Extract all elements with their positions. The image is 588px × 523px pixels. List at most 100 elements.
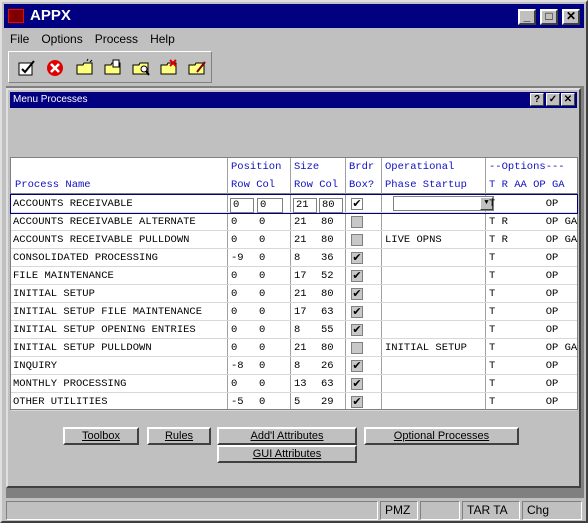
- ok-check-icon[interactable]: [17, 58, 37, 78]
- process-name-cell[interactable]: CONSOLIDATED PROCESSING: [13, 252, 158, 264]
- options-cell[interactable]: T R OP GA: [489, 216, 577, 228]
- table-row[interactable]: INITIAL SETUP OPENING ENTRIES 0 0 8 55 ✔ T OP: [11, 321, 577, 339]
- options-cell[interactable]: T OP: [489, 252, 558, 264]
- position-row-cell[interactable]: 0: [231, 270, 237, 282]
- position-row-cell[interactable]: 0: [231, 342, 237, 354]
- position-row-cell[interactable]: 0: [231, 288, 237, 300]
- child-close-button[interactable]: ✕: [561, 93, 575, 106]
- border-box-checkbox[interactable]: ✔: [351, 288, 363, 300]
- folder-find-icon[interactable]: [131, 58, 151, 78]
- position-col-cell[interactable]: 0: [259, 216, 265, 228]
- position-row-cell[interactable]: 0: [231, 324, 237, 336]
- addl-attributes-button[interactable]: Add'l Attributes: [217, 427, 357, 445]
- close-button[interactable]: ✕: [562, 9, 580, 25]
- maximize-button[interactable]: □: [540, 9, 558, 25]
- rules-button[interactable]: Rules: [147, 427, 211, 445]
- border-box-checkbox[interactable]: ✔: [351, 396, 363, 408]
- position-col-field[interactable]: 0: [257, 198, 283, 213]
- phase-startup-cell[interactable]: INITIAL SETUP: [385, 342, 467, 354]
- folder-new-icon[interactable]: [75, 58, 95, 78]
- options-cell[interactable]: T OP: [489, 270, 558, 282]
- size-row-cell[interactable]: 5: [294, 396, 300, 408]
- position-col-cell[interactable]: 0: [259, 234, 265, 246]
- process-name-cell[interactable]: ACCOUNTS RECEIVABLE: [13, 198, 133, 210]
- size-col-cell[interactable]: 63: [321, 306, 334, 318]
- toolbox-button[interactable]: Toolbox: [63, 427, 139, 445]
- options-cell[interactable]: T OP: [489, 288, 558, 300]
- border-box-checkbox[interactable]: ✔: [351, 324, 363, 336]
- position-row-cell[interactable]: 0: [231, 306, 237, 318]
- position-col-cell[interactable]: 0: [259, 378, 265, 390]
- size-row-cell[interactable]: 21: [294, 342, 307, 354]
- folder-delete-icon[interactable]: [159, 58, 179, 78]
- phase-startup-select[interactable]: ▼: [393, 196, 494, 211]
- optional-processes-button[interactable]: Optional Processes: [364, 427, 519, 445]
- options-cell[interactable]: T OP: [489, 378, 558, 390]
- size-col-cell[interactable]: 52: [321, 270, 334, 282]
- table-row[interactable]: INITIAL SETUP PULLDOWN 0 0 21 80 INITIAL SETU…: [11, 339, 577, 357]
- border-box-checkbox[interactable]: [351, 234, 363, 246]
- menu-process[interactable]: Process: [89, 29, 144, 46]
- position-col-cell[interactable]: 0: [259, 324, 265, 336]
- table-row[interactable]: CONSOLIDATED PROCESSING -9 0 8 36 ✔ T OP: [11, 249, 577, 267]
- table-row[interactable]: FILE MAINTENANCE 0 0 17 52 ✔ T OP: [11, 267, 577, 285]
- size-col-cell[interactable]: 80: [321, 234, 334, 246]
- size-row-cell[interactable]: 17: [294, 306, 307, 318]
- process-name-cell[interactable]: OTHER UTILITIES: [13, 396, 108, 408]
- size-col-cell[interactable]: 36: [321, 252, 334, 264]
- table-row[interactable]: MONTHLY PROCESSING 0 0 13 63 ✔ T OP: [11, 375, 577, 393]
- options-cell[interactable]: T OP: [489, 396, 558, 408]
- size-row-cell[interactable]: 21: [294, 216, 307, 228]
- table-row[interactable]: INITIAL SETUP FILE MAINTENANCE 0 0 17 63 ✔ T O…: [11, 303, 577, 321]
- border-box-checkbox[interactable]: ✔: [351, 306, 363, 318]
- position-col-cell[interactable]: 0: [259, 342, 265, 354]
- size-col-cell[interactable]: 63: [321, 378, 334, 390]
- size-row-cell[interactable]: 21: [294, 288, 307, 300]
- process-name-cell[interactable]: INITIAL SETUP: [13, 288, 95, 300]
- folder-open-icon[interactable]: [103, 58, 123, 78]
- border-box-checkbox[interactable]: ✔: [351, 198, 363, 210]
- position-col-cell[interactable]: 0: [259, 288, 265, 300]
- options-cell[interactable]: T R OP GA: [489, 234, 577, 246]
- table-row[interactable]: ACCOUNTS RECEIVABLE PULLDOWN 0 0 21 80 LIVE O…: [11, 231, 577, 249]
- phase-startup-cell[interactable]: LIVE OPNS: [385, 234, 442, 246]
- minimize-button[interactable]: _: [518, 9, 536, 25]
- size-col-cell[interactable]: 80: [321, 216, 334, 228]
- help-button[interactable]: ?: [530, 93, 544, 106]
- position-row-cell[interactable]: -5: [231, 396, 244, 408]
- position-col-cell[interactable]: 0: [259, 252, 265, 264]
- table-row[interactable]: OTHER UTILITIES -5 0 5 29 ✔ T OP: [11, 393, 577, 411]
- size-col-field[interactable]: 80: [319, 198, 343, 213]
- size-col-cell[interactable]: 55: [321, 324, 334, 336]
- position-col-cell[interactable]: 0: [259, 270, 265, 282]
- size-col-cell[interactable]: 29: [321, 396, 334, 408]
- position-row-cell[interactable]: -8: [231, 360, 244, 372]
- table-row[interactable]: INQUIRY -8 0 8 26 ✔ T OP: [11, 357, 577, 375]
- menu-options[interactable]: Options: [35, 29, 88, 46]
- position-row-field[interactable]: 0: [230, 198, 254, 213]
- process-name-cell[interactable]: FILE MAINTENANCE: [13, 270, 114, 282]
- options-cell[interactable]: T OP: [489, 306, 558, 318]
- process-name-cell[interactable]: MONTHLY PROCESSING: [13, 378, 126, 390]
- size-row-cell[interactable]: 8: [294, 252, 300, 264]
- border-box-checkbox[interactable]: ✔: [351, 360, 363, 372]
- options-cell[interactable]: T OP: [489, 198, 558, 210]
- process-name-cell[interactable]: INITIAL SETUP FILE MAINTENANCE: [13, 306, 202, 318]
- position-row-cell[interactable]: -9: [231, 252, 244, 264]
- options-cell[interactable]: T OP: [489, 324, 558, 336]
- position-row-cell[interactable]: 0: [231, 216, 237, 228]
- border-box-checkbox[interactable]: ✔: [351, 378, 363, 390]
- size-row-cell[interactable]: 8: [294, 360, 300, 372]
- process-name-cell[interactable]: INITIAL SETUP OPENING ENTRIES: [13, 324, 196, 336]
- position-col-cell[interactable]: 0: [259, 306, 265, 318]
- position-row-cell[interactable]: 0: [231, 378, 237, 390]
- folder-edit-icon[interactable]: [187, 58, 207, 78]
- ok-button[interactable]: ✓: [546, 93, 560, 106]
- size-col-cell[interactable]: 80: [321, 342, 334, 354]
- table-row[interactable]: INITIAL SETUP 0 0 21 80 ✔ T OP: [11, 285, 577, 303]
- size-row-cell[interactable]: 13: [294, 378, 307, 390]
- size-col-cell[interactable]: 26: [321, 360, 334, 372]
- border-box-checkbox[interactable]: ✔: [351, 252, 363, 264]
- size-row-cell[interactable]: 17: [294, 270, 307, 282]
- border-box-checkbox[interactable]: [351, 216, 363, 228]
